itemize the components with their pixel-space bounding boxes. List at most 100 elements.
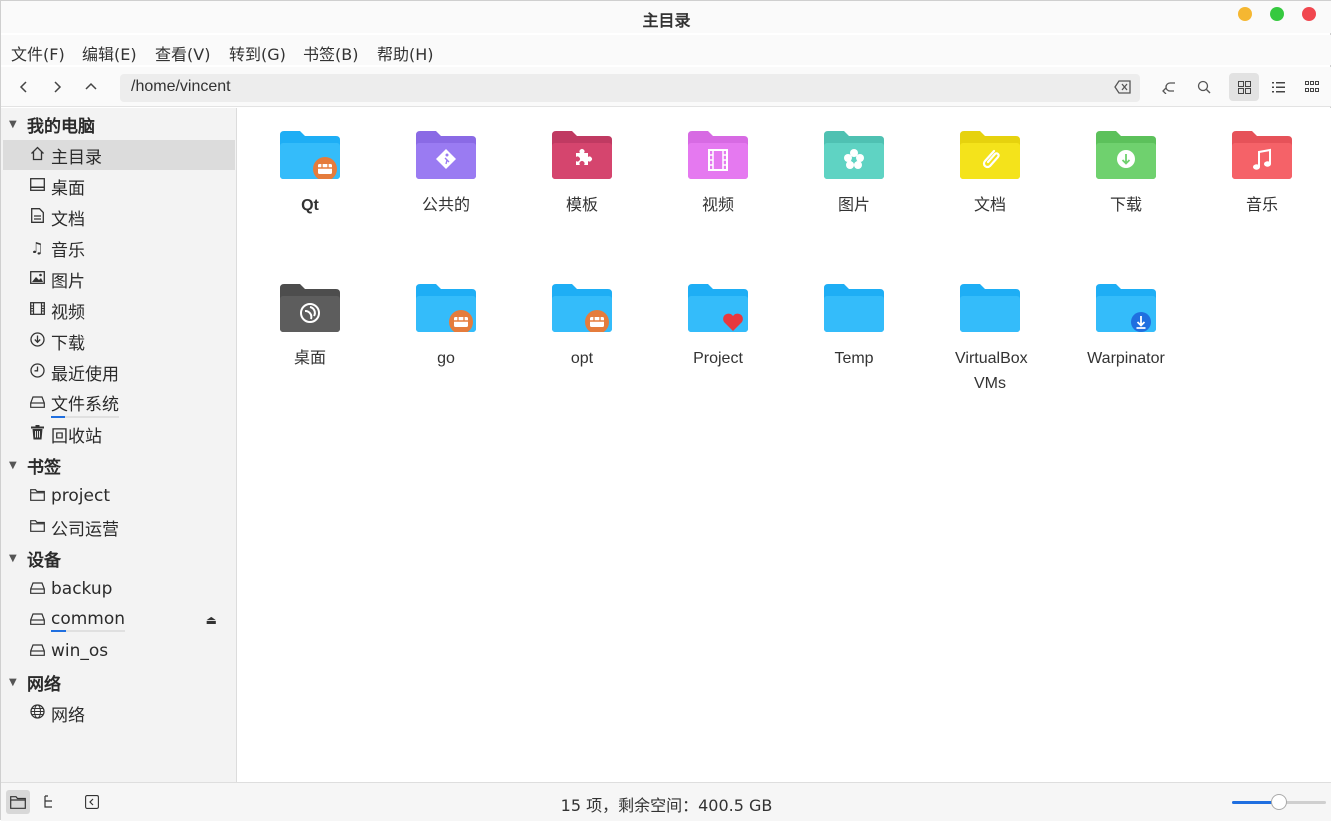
close-button[interactable]	[1302, 7, 1316, 21]
sidebar-item-label: 公司运营	[51, 519, 119, 540]
sidebar-item-label: 音乐	[51, 240, 85, 261]
sidebar-item-label: 回收站	[51, 426, 102, 447]
sidebar-item-device-win-os[interactable]: win_os	[3, 636, 235, 666]
sidebar-item-bookmark-project[interactable]: project	[3, 481, 235, 511]
usage-bar-fill	[51, 415, 65, 418]
download-icon	[27, 331, 47, 351]
icon-view-button[interactable]	[1229, 73, 1259, 101]
file-item-public[interactable]: 公共的	[391, 111, 501, 251]
picture-icon	[27, 270, 47, 288]
eject-icon[interactable]: ⏏	[206, 613, 217, 627]
file-name: 文档	[973, 197, 1006, 214]
section-bookmarks[interactable]: ▼ 书签	[9, 450, 237, 480]
menu-file[interactable]: 文件(F)	[11, 41, 65, 65]
sidebar-item-label: 图片	[51, 271, 85, 292]
collapse-triangle-icon[interactable]: ▼	[9, 460, 27, 471]
folder-icon	[960, 284, 1020, 332]
sidebar-item-desktop[interactable]: 桌面	[3, 171, 235, 201]
window-title: 主目录	[642, 11, 691, 30]
file-item-opt[interactable]: opt	[527, 264, 637, 404]
folder-icon	[552, 284, 612, 332]
sidebar-item-label: 桌面	[51, 178, 85, 199]
sidebar-item-network[interactable]: 网络	[3, 698, 235, 728]
sidebar-item-pictures[interactable]: 图片	[3, 264, 235, 294]
clear-path-icon[interactable]	[1114, 79, 1132, 98]
sidebar-item-label: 文档	[51, 209, 85, 230]
documents-folder-icon	[960, 131, 1020, 179]
menu-bookmarks[interactable]: 书签(B)	[303, 41, 358, 65]
compact-view-button[interactable]	[1297, 73, 1327, 101]
sidebar-item-home[interactable]: 主目录	[3, 140, 235, 170]
sidebar-item-documents[interactable]: 文档	[3, 202, 235, 232]
zoom-slider-handle[interactable]	[1271, 794, 1287, 810]
list-view-button[interactable]	[1263, 73, 1293, 101]
status-bar: 15 项，剩余空间：400.5 GB	[1, 782, 1331, 821]
sidebar-item-label: 主目录	[51, 147, 102, 168]
sidebar-item-videos[interactable]: 视频	[3, 295, 235, 325]
sidebar-item-label: 文件系统	[51, 394, 119, 415]
drive-icon	[27, 611, 47, 629]
file-item-music[interactable]: 音乐	[1207, 111, 1317, 251]
file-item-videos[interactable]: 视频	[663, 111, 773, 251]
sidebar-item-label: project	[51, 486, 111, 506]
up-button[interactable]	[79, 75, 103, 99]
path-bar[interactable]: /home/vincent	[120, 74, 1140, 102]
path-text[interactable]: /home/vincent	[131, 78, 231, 96]
search-button[interactable]	[1192, 75, 1216, 99]
collapse-triangle-icon[interactable]: ▼	[9, 119, 27, 130]
section-my-computer[interactable]: ▼ 我的电脑	[9, 109, 237, 139]
sidebar-item-device-common[interactable]: common ⏏	[3, 605, 235, 635]
section-network[interactable]: ▼ 网络	[9, 667, 237, 697]
menu-view[interactable]: 查看(V)	[155, 41, 210, 65]
section-devices[interactable]: ▼ 设备	[9, 543, 237, 573]
go-path-button[interactable]	[1158, 75, 1182, 99]
sidebar-item-music[interactable]: ♫ 音乐	[3, 233, 235, 263]
file-item-warpinator[interactable]: Warpinator	[1071, 264, 1181, 404]
forward-button[interactable]	[45, 75, 69, 99]
file-item-downloads[interactable]: 下载	[1071, 111, 1181, 251]
zoom-slider[interactable]	[1232, 794, 1326, 810]
file-item-desktop[interactable]: 桌面	[255, 264, 365, 404]
folder-icon	[27, 487, 47, 505]
desktop-folder-icon	[280, 284, 340, 332]
sidebar-item-label: 下载	[51, 333, 85, 354]
minimize-button[interactable]	[1238, 7, 1252, 21]
collapse-triangle-icon[interactable]: ▼	[9, 677, 27, 688]
sidebar-item-label: 视频	[51, 302, 85, 323]
sidebar-item-filesystem[interactable]: 文件系统	[3, 388, 235, 418]
maximize-button[interactable]	[1270, 7, 1284, 21]
sidebar-item-trash[interactable]: 回收站	[3, 419, 235, 449]
menu-edit[interactable]: 编辑(E)	[82, 41, 137, 65]
file-name: Project	[693, 350, 743, 367]
file-item-go[interactable]: go	[391, 264, 501, 404]
sidebar-item-device-backup[interactable]: backup	[3, 574, 235, 604]
sidebar-item-downloads[interactable]: 下载	[3, 326, 235, 356]
drive-icon	[27, 394, 47, 412]
file-item-project[interactable]: Project	[663, 264, 773, 404]
sidebar-item-recent[interactable]: 最近使用	[3, 357, 235, 387]
compact-grid-icon	[1305, 81, 1319, 92]
chevron-left-icon	[19, 81, 27, 93]
file-item-temp[interactable]: Temp	[799, 264, 909, 404]
file-name: 桌面	[293, 350, 326, 367]
menu-go[interactable]: 转到(G)	[229, 41, 286, 65]
menu-help[interactable]: 帮助(H)	[377, 41, 434, 65]
collapse-triangle-icon[interactable]: ▼	[9, 553, 27, 564]
file-item-templates[interactable]: 模板	[527, 111, 637, 251]
file-name: opt	[570, 350, 594, 367]
file-name: Qt	[301, 197, 319, 214]
file-name: 下载	[1109, 197, 1142, 214]
back-button[interactable]	[12, 75, 36, 99]
sidebar-item-label: win_os	[51, 641, 109, 661]
sidebar-item-bookmark-company[interactable]: 公司运营	[3, 512, 235, 542]
downloads-folder-icon	[1096, 131, 1156, 179]
filesystem-usage-label: 文件系统	[51, 390, 119, 418]
file-item-documents[interactable]: 文档	[935, 111, 1045, 251]
folder-icon	[27, 518, 47, 536]
file-item-qt[interactable]: Qt	[255, 111, 365, 251]
file-item-virtualbox-vms[interactable]: VirtualBox VMs	[935, 264, 1045, 404]
file-item-pictures[interactable]: 图片	[799, 111, 909, 251]
public-folder-icon	[416, 131, 476, 179]
search-icon	[1197, 80, 1211, 94]
file-name: Temp	[834, 350, 874, 367]
